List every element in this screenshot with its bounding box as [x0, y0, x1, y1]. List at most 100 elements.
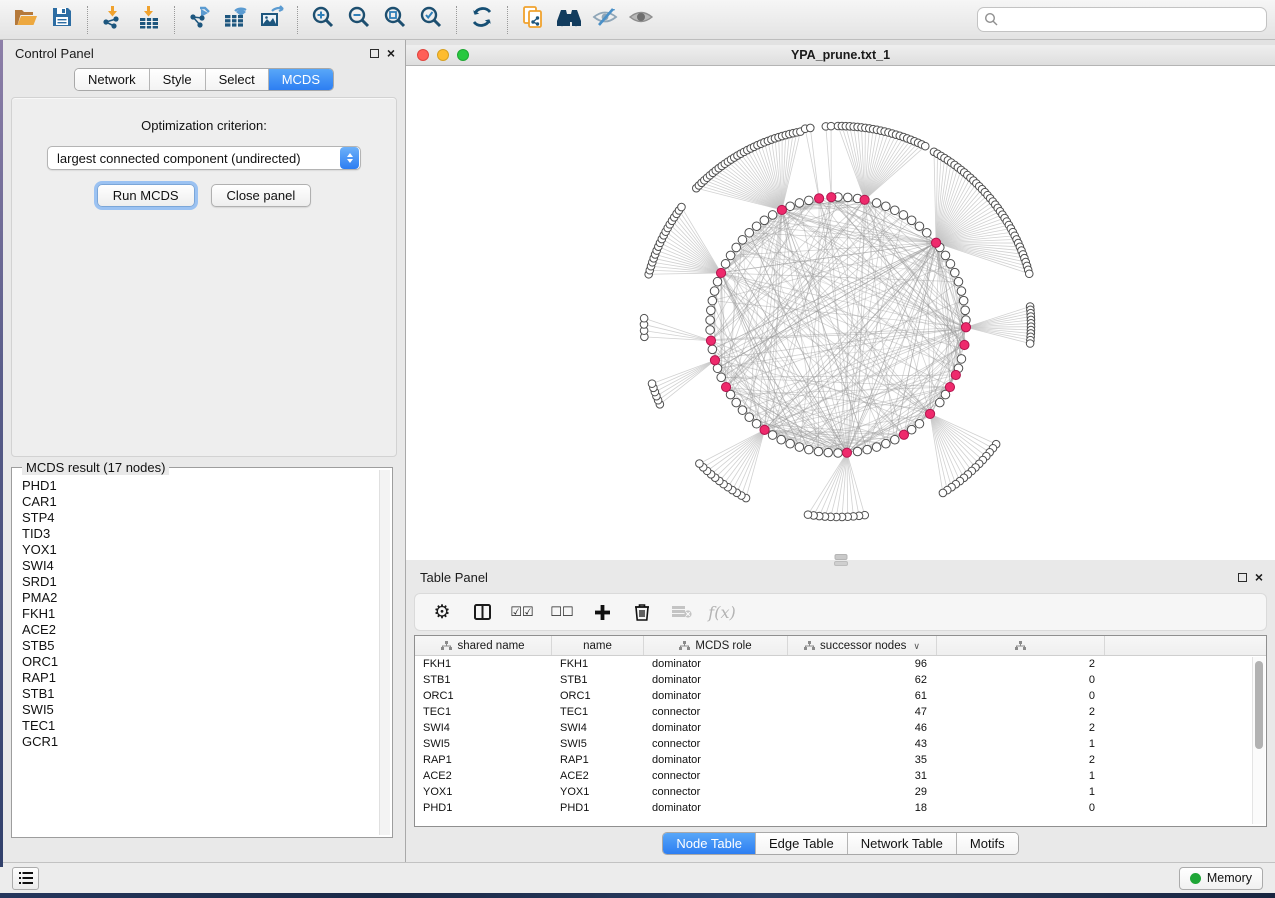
- tab-style[interactable]: Style: [150, 69, 206, 90]
- table-cell[interactable]: 1: [937, 786, 1105, 798]
- memory-button[interactable]: Memory: [1179, 867, 1263, 890]
- table-cell[interactable]: 2: [937, 722, 1105, 734]
- mcds-result-item[interactable]: FKH1: [22, 606, 378, 622]
- table-cell[interactable]: PHD1: [415, 802, 552, 814]
- mcds-list-scrollbar[interactable]: [379, 470, 390, 835]
- table-cell[interactable]: STB1: [552, 674, 644, 686]
- open-session-button[interactable]: [8, 4, 44, 36]
- table-cell[interactable]: dominator: [644, 658, 788, 670]
- task-history-button[interactable]: [12, 867, 39, 890]
- table-cell[interactable]: YOX1: [415, 786, 552, 798]
- table-cell[interactable]: YOX1: [552, 786, 644, 798]
- table-cell[interactable]: 0: [937, 802, 1105, 814]
- mcds-result-item[interactable]: RAP1: [22, 670, 378, 686]
- table-cell[interactable]: 29: [788, 786, 937, 798]
- float-panel-icon[interactable]: [370, 49, 379, 58]
- mcds-result-item[interactable]: SWI5: [22, 702, 378, 718]
- mcds-result-list[interactable]: PHD1CAR1STP4TID3YOX1SWI4SRD1PMA2FKH1ACE2…: [14, 472, 378, 835]
- table-row[interactable]: STB1STB1dominator620: [415, 672, 1266, 688]
- mcds-result-item[interactable]: SWI4: [22, 558, 378, 574]
- mcds-result-item[interactable]: CAR1: [22, 494, 378, 510]
- column-header-predecessor-nodes[interactable]: [937, 636, 1105, 655]
- column-header-name[interactable]: name: [552, 636, 644, 655]
- mcds-result-item[interactable]: PHD1: [22, 478, 378, 494]
- table-cell[interactable]: 2: [937, 706, 1105, 718]
- table-cell[interactable]: 96: [788, 658, 937, 670]
- table-cell[interactable]: 62: [788, 674, 937, 686]
- zoom-in-button[interactable]: [305, 4, 341, 36]
- export-table-button[interactable]: [218, 4, 254, 36]
- table-cell[interactable]: dominator: [644, 690, 788, 702]
- table-cell[interactable]: 46: [788, 722, 937, 734]
- table-cell[interactable]: 2: [937, 754, 1105, 766]
- table-cell[interactable]: SWI4: [552, 722, 644, 734]
- table-cell[interactable]: FKH1: [415, 658, 552, 670]
- create-column-icon[interactable]: [589, 599, 615, 625]
- mcds-result-item[interactable]: PMA2: [22, 590, 378, 606]
- table-cell[interactable]: dominator: [644, 674, 788, 686]
- show-columns-icon[interactable]: [469, 599, 495, 625]
- table-cell[interactable]: TEC1: [415, 706, 552, 718]
- table-cell[interactable]: SWI5: [552, 738, 644, 750]
- table-cell[interactable]: RAP1: [415, 754, 552, 766]
- table-cell[interactable]: ORC1: [552, 690, 644, 702]
- table-cell[interactable]: ACE2: [415, 770, 552, 782]
- table-row[interactable]: ACE2ACE2connector311: [415, 768, 1266, 784]
- close-panel-icon[interactable]: [1255, 572, 1263, 582]
- refresh-button[interactable]: [464, 4, 500, 36]
- export-network-button[interactable]: [182, 4, 218, 36]
- copy-network-button[interactable]: [515, 4, 551, 36]
- table-cell[interactable]: 18: [788, 802, 937, 814]
- network-view[interactable]: [406, 66, 1275, 560]
- import-network-button[interactable]: [95, 4, 131, 36]
- table-cell[interactable]: 47: [788, 706, 937, 718]
- table-cell[interactable]: 43: [788, 738, 937, 750]
- tab-network-table[interactable]: Network Table: [848, 833, 957, 854]
- table-row[interactable]: YOX1YOX1connector291: [415, 784, 1266, 800]
- table-cell[interactable]: STB1: [415, 674, 552, 686]
- save-session-button[interactable]: [44, 4, 80, 36]
- zoom-selected-button[interactable]: [413, 4, 449, 36]
- table-cell[interactable]: PHD1: [552, 802, 644, 814]
- hide-panels-button[interactable]: [587, 4, 623, 36]
- table-cell[interactable]: 35: [788, 754, 937, 766]
- deselect-all-icon[interactable]: [549, 599, 575, 625]
- table-cell[interactable]: dominator: [644, 802, 788, 814]
- tab-mcds[interactable]: MCDS: [269, 69, 333, 90]
- table-cell[interactable]: ACE2: [552, 770, 644, 782]
- mcds-result-item[interactable]: SRD1: [22, 574, 378, 590]
- table-cell[interactable]: connector: [644, 786, 788, 798]
- mcds-result-item[interactable]: STB5: [22, 638, 378, 654]
- table-row[interactable]: TEC1TEC1connector472: [415, 704, 1266, 720]
- table-cell[interactable]: SWI4: [415, 722, 552, 734]
- table-cell[interactable]: FKH1: [552, 658, 644, 670]
- mcds-result-item[interactable]: GCR1: [22, 734, 378, 750]
- run-mcds-button[interactable]: Run MCDS: [97, 184, 195, 207]
- table-cell[interactable]: RAP1: [552, 754, 644, 766]
- criterion-select[interactable]: largest connected component (undirected): [47, 146, 361, 170]
- table-row[interactable]: RAP1RAP1dominator352: [415, 752, 1266, 768]
- table-cell[interactable]: TEC1: [552, 706, 644, 718]
- table-cell[interactable]: 0: [937, 690, 1105, 702]
- mcds-result-item[interactable]: ORC1: [22, 654, 378, 670]
- zoom-out-button[interactable]: [341, 4, 377, 36]
- table-mode-gear-icon[interactable]: [429, 599, 455, 625]
- tab-network[interactable]: Network: [75, 69, 150, 90]
- export-image-button[interactable]: [254, 4, 290, 36]
- tab-node-table[interactable]: Node Table: [663, 833, 756, 854]
- table-cell[interactable]: 2: [937, 658, 1105, 670]
- table-row[interactable]: FKH1FKH1dominator962: [415, 656, 1266, 672]
- table-cell[interactable]: dominator: [644, 754, 788, 766]
- delete-columns-icon[interactable]: [629, 599, 655, 625]
- search-input[interactable]: [977, 7, 1267, 32]
- mcds-result-item[interactable]: TEC1: [22, 718, 378, 734]
- import-table-button[interactable]: [131, 4, 167, 36]
- table-row[interactable]: SWI4SWI4dominator462: [415, 720, 1266, 736]
- table-row[interactable]: SWI5SWI5connector431: [415, 736, 1266, 752]
- network-window-titlebar[interactable]: YPA_prune.txt_1: [406, 45, 1275, 66]
- zoom-fit-button[interactable]: [377, 4, 413, 36]
- table-vscrollbar[interactable]: [1252, 657, 1265, 824]
- tab-edge-table[interactable]: Edge Table: [756, 833, 848, 854]
- table-cell[interactable]: 61: [788, 690, 937, 702]
- table-cell[interactable]: ORC1: [415, 690, 552, 702]
